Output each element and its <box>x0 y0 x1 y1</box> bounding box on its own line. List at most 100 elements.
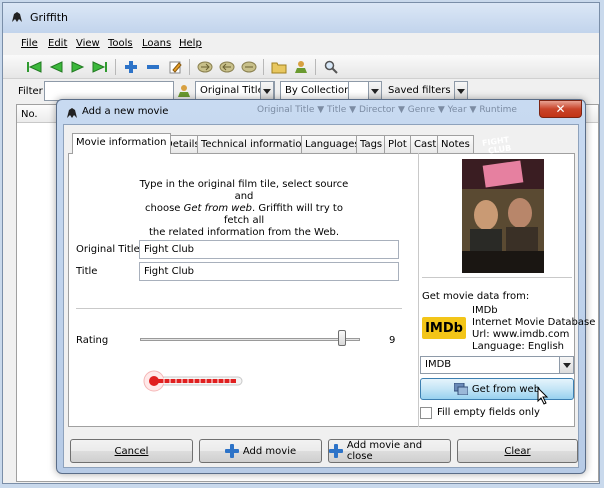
loan-icon[interactable] <box>196 58 214 76</box>
column-no[interactable]: No. <box>21 109 38 120</box>
tab-movie-information[interactable]: Movie information <box>72 133 171 154</box>
rating-meter-icon <box>143 370 243 392</box>
get-from-web-button[interactable]: Get from web <box>420 378 574 400</box>
dialog-body: Movie information Details Technical info… <box>63 124 595 468</box>
rating-slider-thumb[interactable] <box>338 330 346 346</box>
remove-icon[interactable] <box>144 58 162 76</box>
menu-loans[interactable]: Loans <box>142 38 171 49</box>
tab-technical-information[interactable]: Technical information <box>197 135 312 153</box>
search-icon[interactable] <box>322 58 340 76</box>
instructions-text: Type in the original film tile, select s… <box>134 179 354 239</box>
menu-edit[interactable]: Edit <box>48 38 67 49</box>
title-input[interactable]: Fight Club <box>139 262 399 281</box>
menu-bar: File Edit View Tools Loans Help <box>3 34 599 54</box>
add-movie-dialog: Add a new movie Original Title ▼ Title ▼… <box>56 99 595 474</box>
tab-languages[interactable]: Languages <box>301 135 364 153</box>
toolbar-separator <box>189 59 190 75</box>
original-title-label: Original Title <box>76 244 140 255</box>
tab-plot[interactable]: Plot <box>384 135 411 153</box>
menu-tools-label: Tools <box>108 38 133 49</box>
clear-label: Clear <box>504 445 531 457</box>
previous-record-icon[interactable] <box>47 58 65 76</box>
get-from-web-label: Get from web <box>471 383 541 395</box>
chevron-down-icon[interactable] <box>559 356 574 374</box>
movie-poster <box>462 159 544 273</box>
tab-cast[interactable]: Cast <box>410 135 441 153</box>
cancel-button[interactable]: Cancel <box>70 439 193 463</box>
title-label: Title <box>76 266 98 277</box>
last-record-icon[interactable] <box>91 58 109 76</box>
source-full-name: Internet Movie Database <box>472 317 596 328</box>
saved-filters-label: Saved filters <box>388 85 451 96</box>
rating-slider-track[interactable] <box>140 338 360 341</box>
menu-file[interactable]: File <box>21 38 38 49</box>
menu-help-label: Help <box>179 38 202 49</box>
toolbar <box>3 55 599 79</box>
edit-icon[interactable] <box>166 58 184 76</box>
add-movie-button[interactable]: Add movie <box>199 439 322 463</box>
add-icon[interactable] <box>122 58 140 76</box>
source-url: Url: www.imdb.com <box>472 329 570 340</box>
mouse-cursor-icon <box>537 387 549 405</box>
add-movie-label: Add movie <box>242 445 297 457</box>
filter-input[interactable] <box>44 81 174 101</box>
instructions-line-1: Type in the original film tile, select s… <box>139 179 349 202</box>
menu-help[interactable]: Help <box>179 38 202 49</box>
next-record-icon[interactable] <box>69 58 87 76</box>
clear-button[interactable]: Clear <box>457 439 578 463</box>
toolbar-separator <box>263 59 264 75</box>
saved-filters-dropdown[interactable] <box>454 81 468 101</box>
section-divider <box>76 308 402 309</box>
return-icon[interactable] <box>218 58 236 76</box>
original-title-input[interactable]: Fight Club <box>139 240 399 259</box>
toolbar-separator <box>315 59 316 75</box>
poster-divider <box>422 277 572 278</box>
menu-tools[interactable]: Tools <box>108 38 133 49</box>
chevron-down-icon[interactable] <box>368 81 382 101</box>
menu-loans-label: Loans <box>142 38 172 49</box>
toolbar-separator <box>115 59 116 75</box>
instructions-get-from-web: Get from web <box>183 203 252 214</box>
menu-edit-label: Edit <box>48 38 68 49</box>
menu-view[interactable]: View <box>76 38 100 49</box>
instructions-line-3: the related information from the Web. <box>148 227 340 238</box>
tab-notes[interactable]: Notes <box>437 135 474 153</box>
instructions-line-2-part: choose <box>145 203 184 214</box>
first-record-icon[interactable] <box>25 58 43 76</box>
window-title: Griffith <box>30 11 69 24</box>
panel-divider <box>418 153 419 427</box>
folder-icon[interactable] <box>270 58 288 76</box>
tab-tags[interactable]: Tags <box>356 135 387 153</box>
cancel-label: Cancel <box>114 445 149 457</box>
source-heading: Get movie data from: <box>422 291 530 302</box>
person-icon[interactable] <box>292 58 310 76</box>
dialog-title: Add a new movie <box>82 106 169 117</box>
title-bar: Griffith <box>3 3 599 33</box>
menu-view-label: View <box>76 38 100 49</box>
filter-label: Filter <box>18 86 43 97</box>
rating-label: Rating <box>76 335 109 346</box>
close-icon: ✕ <box>555 102 566 116</box>
griffith-app-icon <box>12 12 22 22</box>
menu-file-label: File <box>21 38 38 49</box>
fill-empty-label: Fill empty fields only <box>437 407 540 418</box>
add-movie-and-close-label: Add movie and close <box>346 440 423 462</box>
background-header-text: Original Title ▼ Title ▼ Director ▼ Genr… <box>257 105 517 115</box>
rating-value: 9 <box>389 335 396 346</box>
griffith-app-icon <box>67 108 77 118</box>
source-name: IMDb <box>472 305 498 316</box>
plus-icon <box>224 444 239 458</box>
add-movie-and-close-button[interactable]: Add movie and close <box>328 439 451 463</box>
fill-empty-checkbox[interactable] <box>420 407 432 419</box>
imdb-logo-text: IMDb <box>425 320 463 336</box>
plus-icon <box>329 444 343 458</box>
source-language: Language: English <box>472 341 565 352</box>
imdb-logo: IMDb <box>422 317 466 339</box>
email-icon[interactable] <box>240 58 258 76</box>
source-select[interactable]: IMDB <box>420 356 574 374</box>
instructions-line-2: choose Get from web. Griffith will try t… <box>134 203 354 227</box>
chevron-down-icon[interactable] <box>260 81 274 101</box>
clear-filter-icon[interactable] <box>175 82 193 100</box>
close-button[interactable]: ✕ <box>539 100 582 118</box>
web-fetch-icon <box>453 383 468 395</box>
